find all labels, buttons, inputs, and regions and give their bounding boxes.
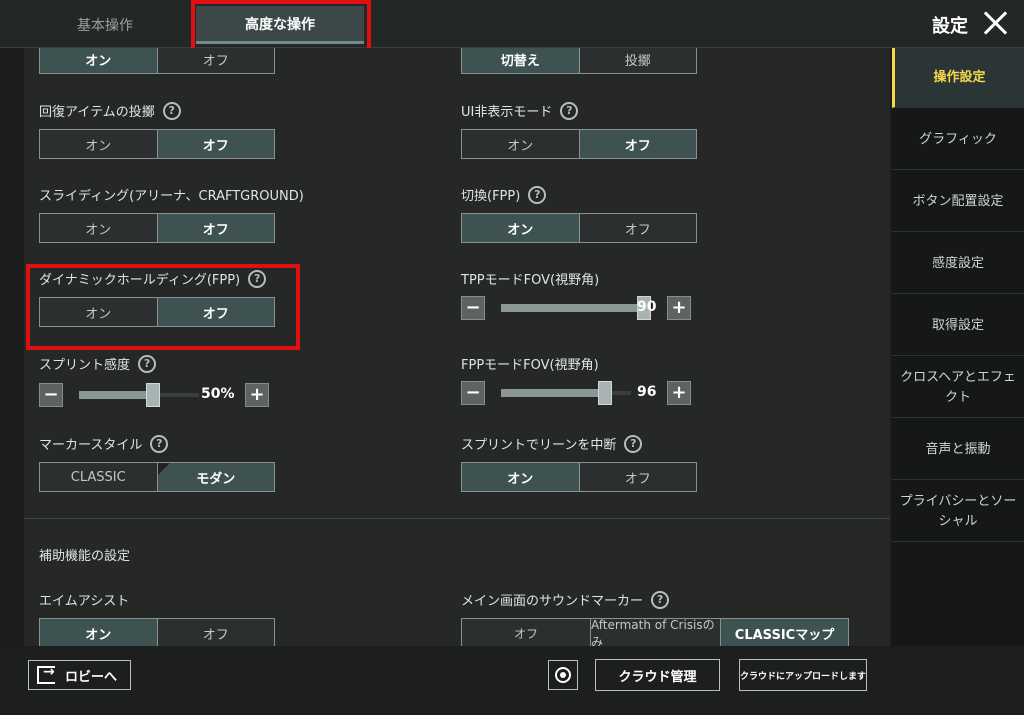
avatar-icon xyxy=(555,667,571,683)
sprint-lean-label: スプリントでリーンを中断? xyxy=(461,434,643,453)
sliding-toggle: オン オフ xyxy=(39,213,275,243)
toggle-option-off[interactable]: オフ xyxy=(156,298,274,326)
slider-thumb[interactable] xyxy=(146,383,160,407)
sidebar-item-crosshair[interactable]: クロスヘアとエフェクト xyxy=(892,358,1024,418)
help-icon[interactable]: ? xyxy=(624,434,643,453)
toggle-option-off[interactable]: オフ xyxy=(156,48,274,73)
toggle-option-on[interactable]: オン xyxy=(462,214,579,242)
slider-value: 96 xyxy=(637,384,657,400)
slider-fill xyxy=(501,304,641,312)
sprint-sens-label: スプリント感度? xyxy=(39,354,157,373)
sidebar-item-controls[interactable]: 操作設定 xyxy=(892,48,1024,108)
sidebar-item-graphics[interactable]: グラフィック xyxy=(892,110,1024,170)
toggle-option-switch[interactable]: 切替え xyxy=(462,48,579,73)
toggle-option-off[interactable]: オフ xyxy=(578,463,696,491)
toggle-option-on[interactable]: オン xyxy=(40,214,157,242)
minus-button[interactable]: − xyxy=(461,296,485,320)
help-icon[interactable]: ? xyxy=(528,185,547,204)
aim-assist-label: エイムアシスト xyxy=(39,594,130,609)
minus-button[interactable]: − xyxy=(461,381,485,405)
dynamic-holding-toggle: オン オフ xyxy=(39,297,275,327)
plus-button[interactable]: + xyxy=(667,296,691,320)
toggle-option-off[interactable]: オフ xyxy=(156,130,274,158)
sidebar-item-sensitivity[interactable]: 感度設定 xyxy=(892,234,1024,294)
toggle-option-throw[interactable]: 投擲 xyxy=(578,48,696,73)
toggle-option-aftermath[interactable]: Aftermath of Crisisのみ xyxy=(590,618,720,646)
exit-icon xyxy=(37,664,55,684)
marker-style-toggle: CLASSIC モダン xyxy=(39,462,275,492)
aim-assist-toggle: オン オフ xyxy=(39,618,275,646)
recovery-throw-label: 回復アイテムの投擲? xyxy=(39,101,181,120)
toggle-option-classic-map[interactable]: CLASSICマップ xyxy=(720,619,848,646)
sidebar-item-privacy[interactable]: プライバシーとソーシャル xyxy=(892,482,1024,542)
toggle-option-modern[interactable]: モダン xyxy=(156,463,274,491)
sidebar-item-pickup[interactable]: 取得設定 xyxy=(892,296,1024,356)
cloud-manage-button[interactable]: クラウド管理 xyxy=(595,659,720,691)
lobby-button[interactable]: ロビーへ xyxy=(28,660,131,690)
close-icon[interactable] xyxy=(980,8,1010,38)
tab-basic-controls[interactable]: 基本操作 xyxy=(40,6,170,44)
fpp-fov-label: FPPモードFOV(視野角) xyxy=(461,358,599,373)
tpp-fov-label: TPPモードFOV(視野角) xyxy=(461,273,600,288)
section-divider xyxy=(24,518,890,519)
help-icon[interactable]: ? xyxy=(150,434,169,453)
tab-advanced-controls[interactable]: 高度な操作 xyxy=(196,6,364,44)
top-bar: 基本操作 高度な操作 設定 xyxy=(0,0,1024,48)
help-icon[interactable]: ? xyxy=(162,101,181,120)
recovery-throw-toggle: オン オフ xyxy=(39,129,275,159)
slider-fill xyxy=(79,391,153,399)
sound-marker-toggle: オフ Aftermath of Crisisのみ CLASSICマップ xyxy=(461,618,849,646)
plus-button[interactable]: + xyxy=(245,383,269,407)
toggle-option-off[interactable]: オフ xyxy=(462,619,590,646)
sprint-sens-slider: − 50% + xyxy=(39,383,271,409)
toggle-option-on[interactable]: オン xyxy=(462,130,579,158)
avatar-button[interactable] xyxy=(548,660,578,690)
toggle-option-off[interactable]: オフ xyxy=(578,214,696,242)
switch-fpp-label: 切換(FPP)? xyxy=(461,185,547,204)
help-icon[interactable]: ? xyxy=(248,269,267,288)
sliding-label: スライディング(アリーナ、CRAFTGROUND) xyxy=(39,189,304,204)
toggle-option-off[interactable]: オフ xyxy=(156,214,274,242)
page-title: 設定 xyxy=(932,16,968,37)
slider-thumb[interactable] xyxy=(598,381,612,405)
toggle-option-off[interactable]: オフ xyxy=(578,130,696,158)
toggle-option-on[interactable]: オン xyxy=(40,48,157,73)
sidebar: 操作設定 グラフィック ボタン配置設定 感度設定 取得設定 クロスヘアとエフェク… xyxy=(892,48,1024,648)
recommended-badge-icon xyxy=(157,463,170,475)
slider-value: 50% xyxy=(201,386,235,402)
toggle-top-right: 切替え 投擲 xyxy=(461,48,697,74)
marker-style-label: マーカースタイル? xyxy=(39,434,169,453)
slider-fill xyxy=(501,389,605,397)
toggle-option-classic[interactable]: CLASSIC xyxy=(40,463,157,491)
switch-fpp-toggle: オン オフ xyxy=(461,213,697,243)
sound-marker-label: メイン画面のサウンドマーカー? xyxy=(461,590,670,609)
toggle-option-on[interactable]: オン xyxy=(40,130,157,158)
minus-button[interactable]: − xyxy=(39,383,63,407)
toggle-option-on[interactable]: オン xyxy=(40,298,157,326)
tpp-fov-slider: − 90 + xyxy=(461,296,693,322)
sidebar-item-button-layout[interactable]: ボタン配置設定 xyxy=(892,172,1024,232)
help-icon[interactable]: ? xyxy=(651,590,670,609)
toggle-top-left: オン オフ xyxy=(39,48,275,74)
toggle-option-off[interactable]: オフ xyxy=(156,619,274,646)
help-icon[interactable]: ? xyxy=(138,354,157,373)
sprint-lean-toggle: オン オフ xyxy=(461,462,697,492)
cloud-upload-button[interactable]: クラウドにアップロードします xyxy=(739,659,867,691)
slider-value: 90 xyxy=(637,299,657,315)
fpp-fov-slider: − 96 + xyxy=(461,381,693,407)
toggle-option-on[interactable]: オン xyxy=(462,463,579,491)
plus-button[interactable]: + xyxy=(667,381,691,405)
ui-hide-toggle: オン オフ xyxy=(461,129,697,159)
ui-hide-label: UI非表示モード? xyxy=(461,101,579,120)
toggle-option-on[interactable]: オン xyxy=(40,619,157,646)
section-title-assist: 補助機能の設定 xyxy=(39,549,131,564)
sidebar-item-audio[interactable]: 音声と振動 xyxy=(892,420,1024,480)
bottom-bar: ロビーへ クラウド管理 クラウドにアップロードします xyxy=(0,646,1024,715)
help-icon[interactable]: ? xyxy=(560,101,579,120)
settings-panel: オン オフ 切替え 投擲 回復アイテムの投擲? オン オフ UI非表示モード? … xyxy=(24,48,890,646)
dynamic-holding-label: ダイナミックホールディング(FPP)? xyxy=(39,269,267,288)
